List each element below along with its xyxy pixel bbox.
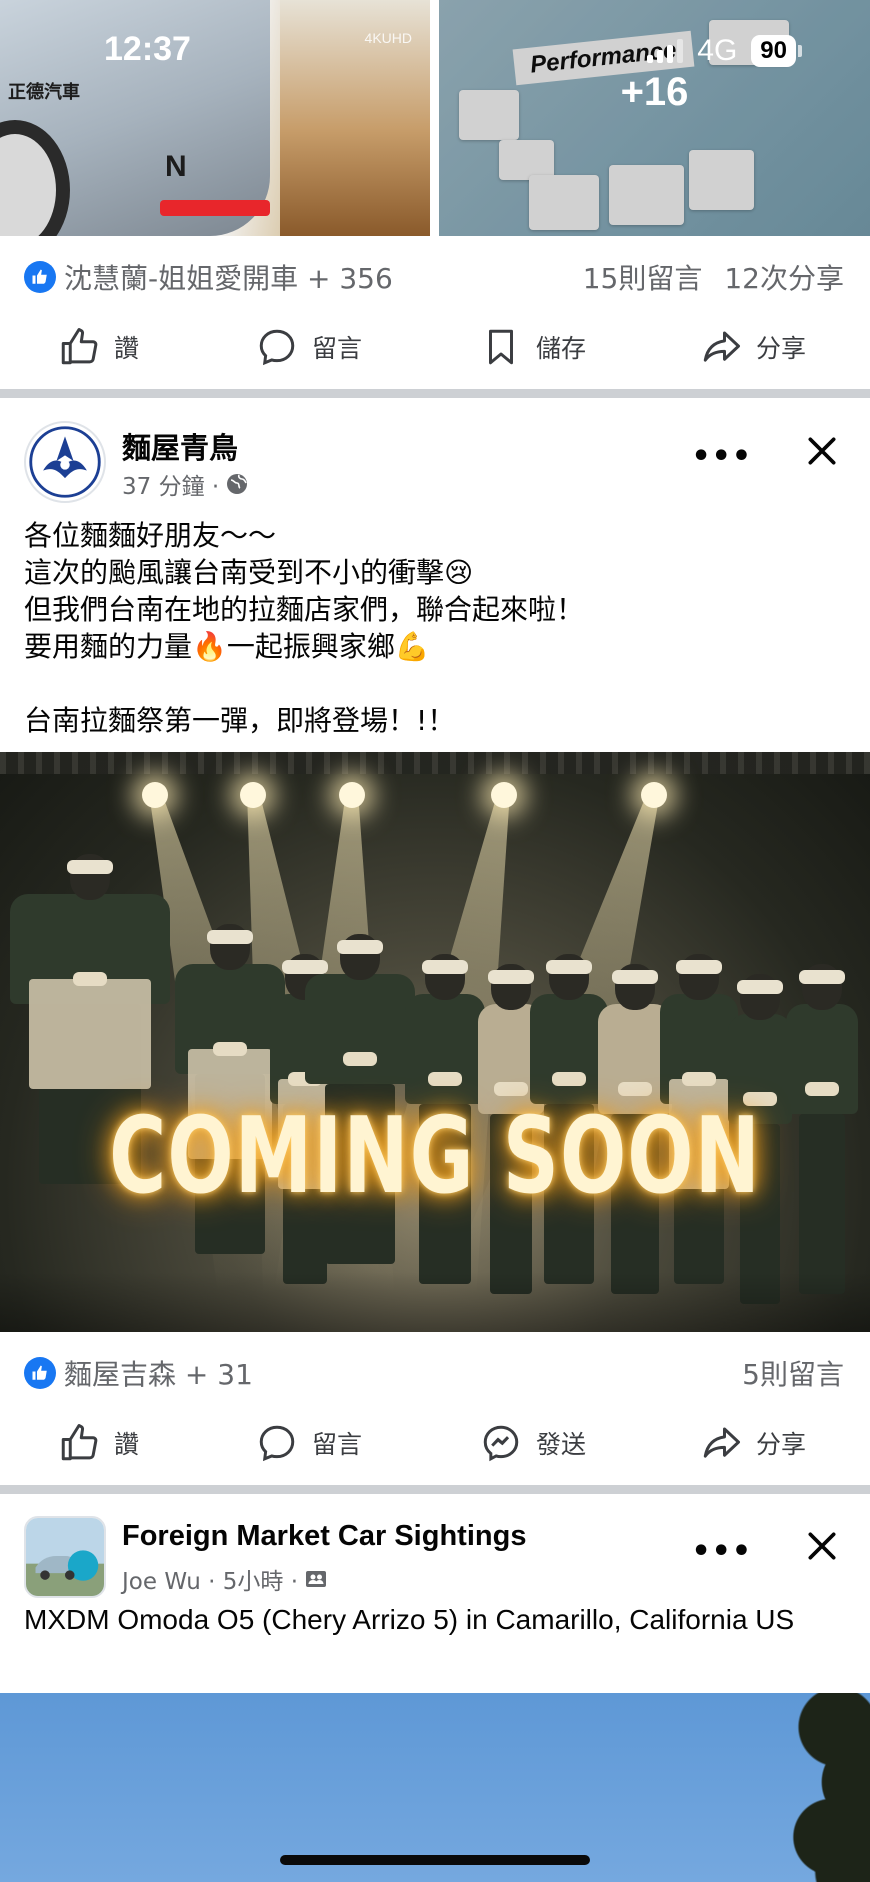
post2-reactions-row: 麵屋吉森 + 31 5則留言 <box>0 1333 870 1413</box>
post2-author-name[interactable]: 麵屋青鳥 <box>122 425 238 467</box>
status-bar: 12:37 4G 90 <box>0 0 870 110</box>
share-arrow-icon <box>703 331 740 362</box>
post1-reactors[interactable]: 沈慧蘭-姐姐愛開車 + 356 <box>24 257 393 297</box>
like-reaction-icon <box>24 261 56 293</box>
post1-share-button[interactable]: 分享 <box>700 326 806 368</box>
post2-more-options-icon[interactable]: ••• <box>691 439 752 474</box>
post1-actions: 讚 留言 儲存 分享 <box>0 308 870 392</box>
signal-icon <box>647 39 684 63</box>
post2-timestamp: 37 分鐘 · <box>122 474 220 500</box>
post2-avatar[interactable] <box>24 421 106 503</box>
post2-comment-count[interactable]: 5則留言 <box>742 1353 844 1393</box>
post2-text-line: 台南拉麵祭第一彈，即將登場！!！ <box>24 704 456 737</box>
status-indicators: 4G 90 <box>647 34 802 68</box>
feed-divider <box>0 1485 870 1494</box>
globe-icon <box>227 474 248 494</box>
post3-group-avatar[interactable] <box>24 1516 106 1598</box>
post1-share-count[interactable]: 12次分享 <box>724 257 844 297</box>
post3-close-icon[interactable] <box>802 1526 842 1566</box>
status-time: 12:37 <box>104 30 191 68</box>
post3-poster-time: Joe Wu · 5小時 · <box>122 1569 299 1595</box>
post2-image[interactable]: COMING SOON <box>0 752 870 1332</box>
post2-reactors[interactable]: 麵屋吉森 + 31 <box>24 1353 253 1393</box>
bookmark-icon <box>489 329 513 365</box>
thumbs-up-icon <box>61 328 98 365</box>
post2-text-line <box>24 665 854 702</box>
post2-like-button[interactable]: 讚 <box>58 1422 139 1464</box>
post3-header: Foreign Market Car Sightings Joe Wu · 5小… <box>0 1516 870 1616</box>
thumbs-up-icon <box>61 1424 98 1461</box>
post1-comment-button[interactable]: 留言 <box>256 326 362 368</box>
bird-logo-icon <box>29 426 101 498</box>
post2-header: 麵屋青鳥 37 分鐘 · ••• <box>0 421 870 521</box>
network-type: 4G <box>697 34 738 67</box>
photo-n-badge: N <box>165 150 187 183</box>
messenger-icon <box>483 1425 519 1462</box>
post1-reactions-row: 沈慧蘭-姐姐愛開車 + 356 15則留言 12次分享 <box>0 237 870 317</box>
post2-share-button[interactable]: 分享 <box>700 1422 806 1464</box>
post3-image[interactable] <box>0 1693 870 1882</box>
post1-reactor-names: 沈慧蘭-姐姐愛開車 + 356 <box>64 262 393 295</box>
post2-text-line: 各位麵麵好朋友～～ <box>24 519 277 552</box>
post2-actions: 讚 留言 發送 分享 <box>0 1404 870 1488</box>
like-reaction-icon <box>24 1357 56 1389</box>
post2-send-button[interactable]: 發送 <box>480 1422 586 1464</box>
post2-meta: 37 分鐘 · <box>122 467 249 501</box>
post2-text-line: 要用麵的力量🔥一起振興家鄉💪 <box>24 630 430 663</box>
comment-icon <box>259 1425 295 1462</box>
post2-text-line: 這次的颱風讓台南受到不小的衝擊😢 <box>24 556 474 589</box>
home-indicator[interactable] <box>280 1855 590 1865</box>
battery-icon: 90 <box>751 35 802 67</box>
post2-comment-button[interactable]: 留言 <box>256 1422 362 1464</box>
post3-body-text: MXDM Omoda O5 (Chery Arrizo 5) in Camari… <box>24 1604 795 1635</box>
share-arrow-icon <box>703 1427 740 1458</box>
post2-close-icon[interactable] <box>802 431 842 471</box>
post1-comment-count[interactable]: 15則留言 <box>583 257 703 297</box>
car-group-photo-icon <box>26 1518 104 1596</box>
post2-text-line: 但我們台南在地的拉麵店家們，聯合起來啦！ <box>24 593 585 626</box>
post1-like-button[interactable]: 讚 <box>58 326 139 368</box>
group-privacy-icon <box>306 1571 327 1587</box>
tree-silhouette <box>760 1693 870 1882</box>
post2-body-text: 各位麵麵好朋友～～ 這次的颱風讓台南受到不小的衝擊😢 但我們台南在地的拉麵店家們… <box>24 517 854 739</box>
post3-more-options-icon[interactable]: ••• <box>691 1534 752 1569</box>
post1-save-button[interactable]: 儲存 <box>480 326 586 368</box>
feed-divider <box>0 389 870 398</box>
battery-level: 90 <box>751 35 796 67</box>
post2-reactor-names: 麵屋吉森 + 31 <box>64 1358 253 1391</box>
coming-soon-text: COMING SOON <box>109 1096 761 1218</box>
post3-meta: Joe Wu · 5小時 · <box>122 1562 328 1596</box>
chef-figure <box>10 854 170 1284</box>
post3-group-name[interactable]: Foreign Market Car Sightings <box>122 1520 526 1553</box>
comment-icon <box>259 329 295 366</box>
